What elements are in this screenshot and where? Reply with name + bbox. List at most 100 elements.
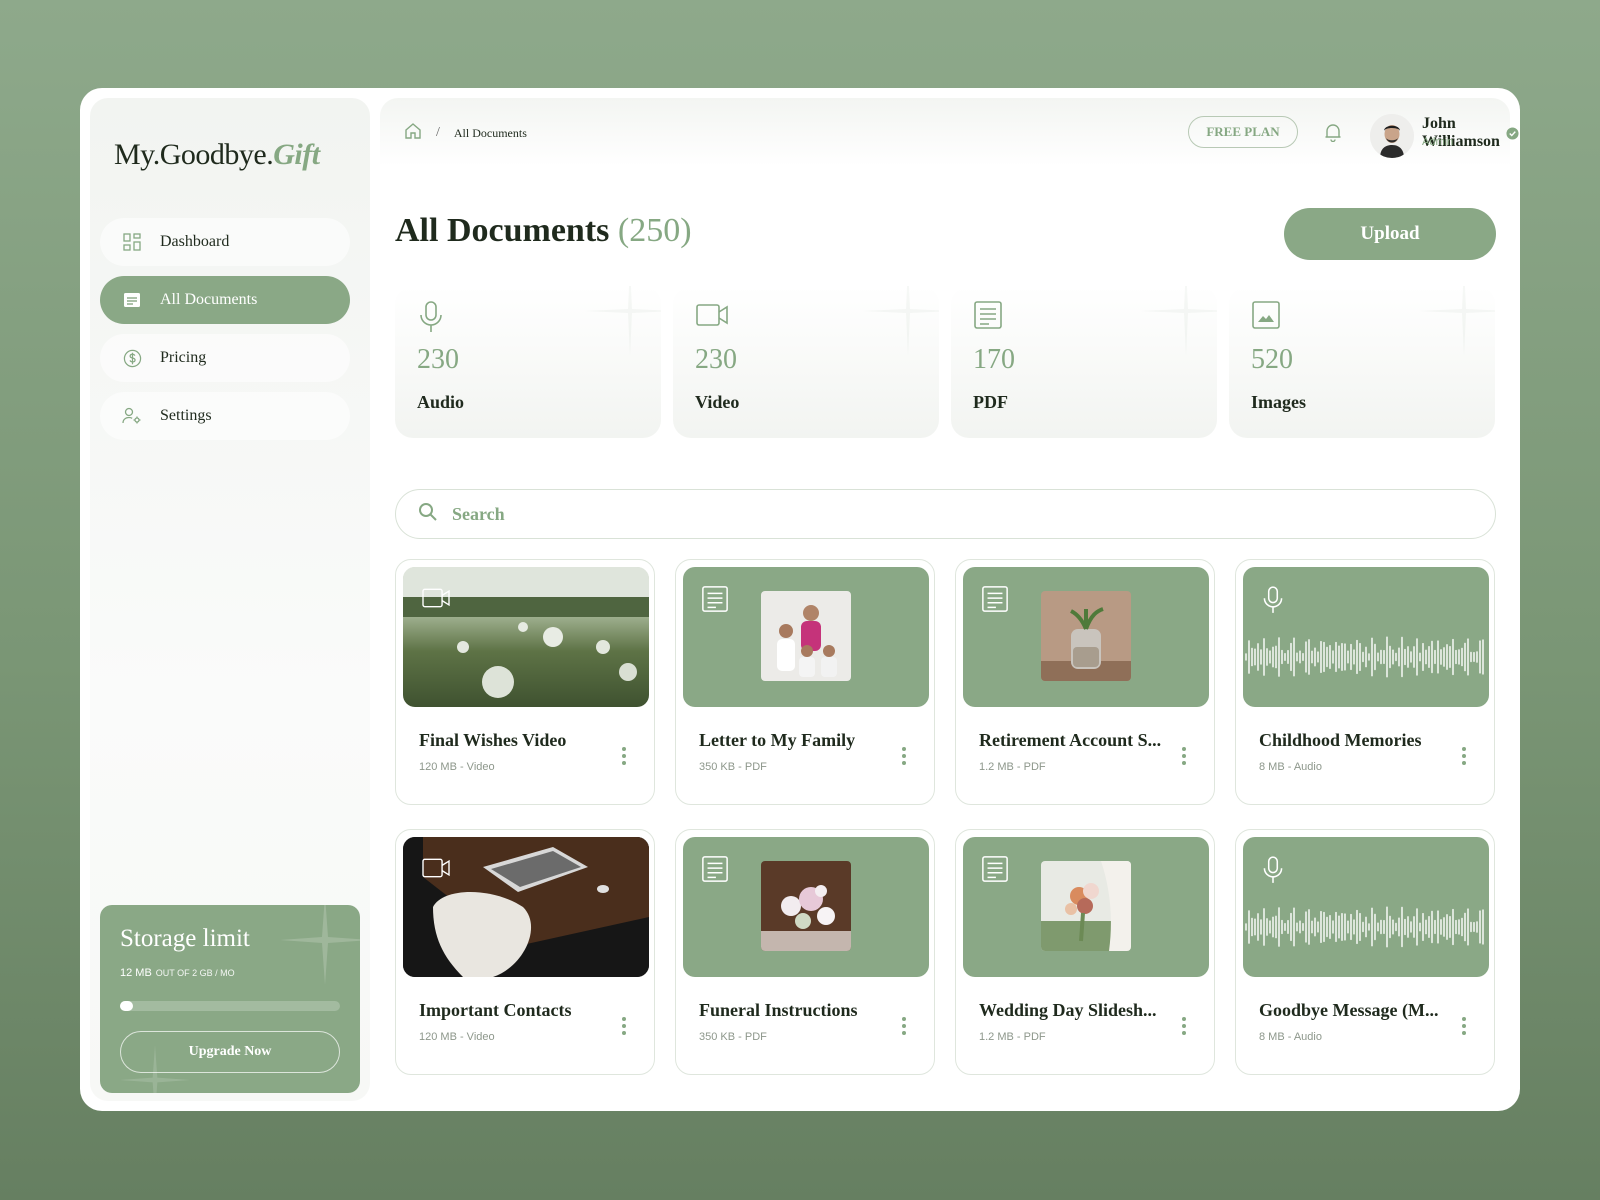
home-icon[interactable] [404, 122, 422, 144]
document-thumbnail [683, 567, 929, 707]
stat-value: 520 [1251, 344, 1293, 375]
sidebar-item-label: All Documents [160, 291, 258, 308]
more-options-icon[interactable] [898, 1014, 910, 1038]
sparkle-icon [280, 905, 360, 985]
sidebar-item-label: Dashboard [160, 233, 230, 250]
document-title: Childhood Memories [1259, 730, 1422, 750]
grid-icon [122, 232, 142, 252]
document-meta: 350 KB - PDF [699, 761, 767, 773]
more-options-icon[interactable] [618, 1014, 630, 1038]
search-bar[interactable]: Search [395, 489, 1496, 539]
stat-label: PDF [973, 392, 1008, 412]
document-title: Final Wishes Video [419, 730, 567, 750]
document-title: Wedding Day Slidesh... [979, 1000, 1157, 1020]
breadcrumb-separator: / [436, 125, 440, 140]
document-card[interactable]: Retirement Account S... 1.2 MB - PDF [955, 559, 1215, 805]
page-title-text: All Documents [395, 212, 610, 249]
sidebar-item-pricing[interactable]: Pricing [100, 334, 350, 382]
page-title-count: (250) [617, 212, 692, 249]
user-role: Admin [1422, 136, 1454, 148]
avatar[interactable] [1370, 114, 1414, 158]
breadcrumb-current[interactable]: All Documents [454, 126, 527, 141]
image-icon [1251, 300, 1281, 334]
more-options-icon[interactable] [1458, 1014, 1470, 1038]
document-card[interactable]: Goodbye Message (M... 8 MB - Audio [1235, 829, 1495, 1075]
breadcrumb: / All Documents [404, 122, 527, 144]
document-meta: 120 MB - Video [419, 761, 495, 773]
document-meta: 1.2 MB - PDF [979, 1031, 1046, 1043]
stat-card-audio[interactable]: 230 Audio [395, 286, 661, 438]
storage-usage: 12 MB OUT OF 2 GB / MO [120, 967, 235, 979]
video-camera-icon [421, 585, 451, 615]
document-icon [701, 855, 729, 887]
storage-limit-card: Storage limit 12 MB OUT OF 2 GB / MO Upgr… [100, 905, 360, 1093]
upgrade-now-button[interactable]: Upgrade Now [120, 1031, 340, 1073]
storage-title: Storage limit [120, 925, 250, 952]
brand-logo[interactable]: My.Goodbye.Gift [114, 138, 320, 172]
search-input[interactable]: Search [452, 504, 505, 525]
more-options-icon[interactable] [618, 744, 630, 768]
sidebar-item-settings[interactable]: Settings [100, 392, 350, 440]
family-photo-image [761, 591, 851, 681]
page-title: All Documents (250) [395, 212, 692, 250]
stat-card-pdf[interactable]: 170 PDF [951, 286, 1217, 438]
document-card[interactable]: Important Contacts 120 MB - Video [395, 829, 655, 1075]
audio-waveform [1245, 636, 1484, 678]
dollar-circle-icon [122, 348, 142, 368]
document-thumbnail [963, 567, 1209, 707]
document-card[interactable]: Childhood Memories 8 MB - Audio [1235, 559, 1495, 805]
more-options-icon[interactable] [898, 744, 910, 768]
document-card[interactable]: Funeral Instructions 350 KB - PDF [675, 829, 935, 1075]
app-window: My.Goodbye.Gift Dashboard All Documents … [80, 88, 1520, 1111]
stat-value: 170 [973, 344, 1015, 375]
document-icon [981, 585, 1009, 617]
more-options-icon[interactable] [1178, 1014, 1190, 1038]
document-icon [981, 855, 1009, 887]
plan-badge[interactable]: FREE PLAN [1188, 116, 1298, 148]
stat-label: Audio [417, 392, 465, 412]
document-icon [701, 585, 729, 617]
document-title: Retirement Account S... [979, 730, 1162, 750]
upload-button[interactable]: Upload [1284, 208, 1496, 260]
coin-jar-image [1041, 591, 1131, 681]
search-icon [418, 502, 438, 526]
stat-card-images[interactable]: 520 Images [1229, 286, 1495, 438]
stat-card-video[interactable]: 230 Video [673, 286, 939, 438]
document-title: Funeral Instructions [699, 1000, 858, 1020]
video-camera-icon [695, 300, 729, 334]
sparkle-icon [585, 286, 661, 356]
document-card[interactable]: Letter to My Family 350 KB - PDF [675, 559, 935, 805]
document-thumbnail [1243, 567, 1489, 707]
document-meta: 8 MB - Audio [1259, 761, 1322, 773]
sidebar-item-dashboard[interactable]: Dashboard [100, 218, 350, 266]
document-icon [122, 290, 142, 310]
stat-value: 230 [417, 344, 459, 375]
verified-badge-icon [1506, 126, 1519, 140]
document-meta: 1.2 MB - PDF [979, 761, 1046, 773]
stat-label: Images [1251, 392, 1306, 412]
document-card[interactable]: Wedding Day Slidesh... 1.2 MB - PDF [955, 829, 1215, 1075]
document-card[interactable]: Final Wishes Video 120 MB - Video [395, 559, 655, 805]
document-meta: 120 MB - Video [419, 1031, 495, 1043]
microphone-icon [1261, 585, 1285, 619]
document-thumbnail [683, 837, 929, 977]
document-meta: 350 KB - PDF [699, 1031, 767, 1043]
document-title: Important Contacts [419, 1000, 572, 1020]
stat-label: Video [695, 392, 740, 412]
user-gear-icon [122, 406, 142, 426]
audio-waveform [1245, 906, 1484, 948]
more-options-icon[interactable] [1178, 744, 1190, 768]
more-options-icon[interactable] [1458, 744, 1470, 768]
sidebar-item-all-documents[interactable]: All Documents [100, 276, 350, 324]
brand-name-accent: Gift [273, 138, 320, 171]
sidebar: My.Goodbye.Gift Dashboard All Documents … [90, 98, 370, 1101]
sidebar-item-label: Settings [160, 407, 212, 424]
brand-name: My.Goodbye. [114, 138, 274, 171]
sidebar-nav: Dashboard All Documents Pricing Settings [100, 218, 350, 450]
sidebar-item-label: Pricing [160, 349, 207, 366]
document-title: Letter to My Family [699, 730, 856, 750]
document-meta: 8 MB - Audio [1259, 1031, 1322, 1043]
storage-progress-bar [120, 1001, 340, 1011]
document-thumbnail [403, 567, 649, 707]
bell-icon[interactable] [1324, 122, 1342, 146]
